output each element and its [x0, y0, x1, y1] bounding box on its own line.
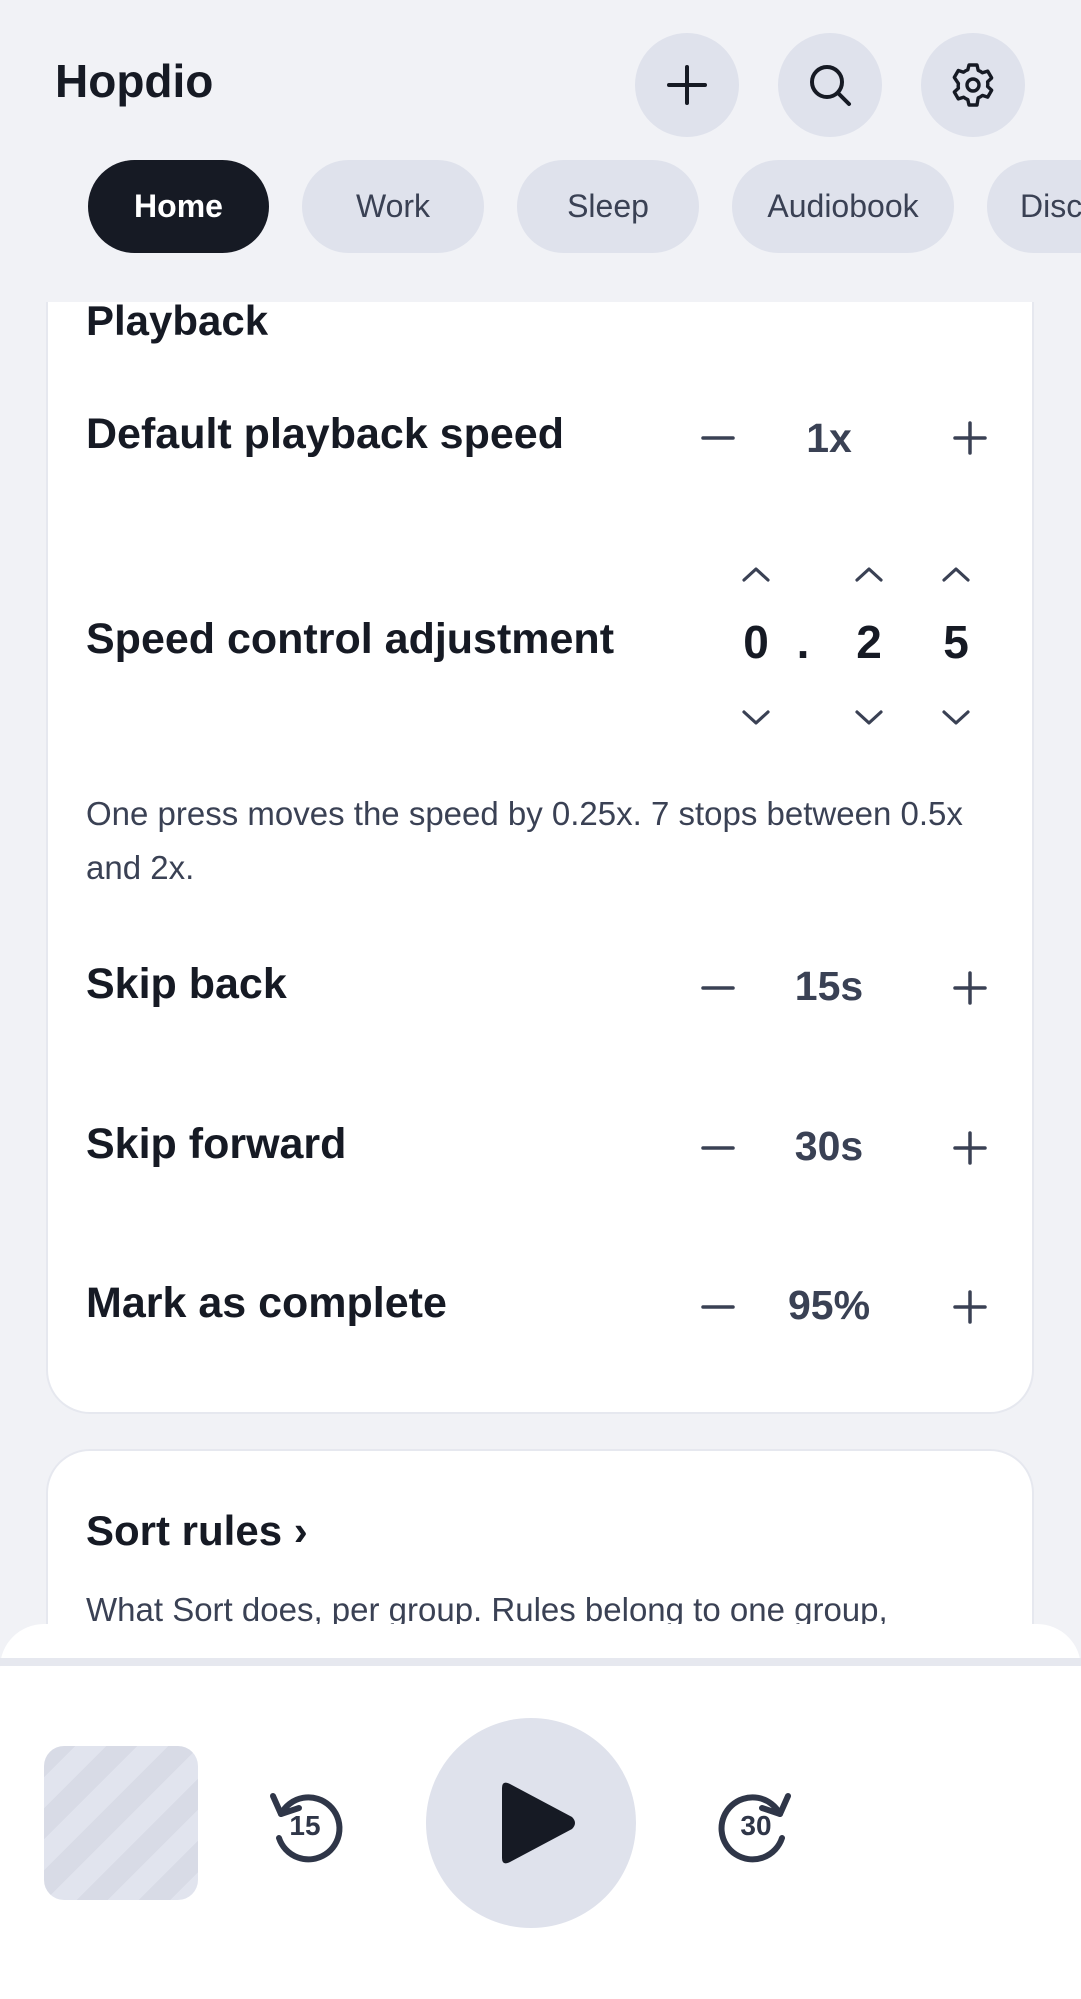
minus-icon [701, 1305, 735, 1309]
minus-icon [701, 436, 735, 440]
plus-icon [953, 1290, 987, 1324]
speed-adjust-label: Speed control adjustment [86, 615, 615, 663]
skip-forward-value: 30s [794, 1123, 864, 1169]
digit1-up-button[interactable] [726, 554, 786, 594]
episode-artwork[interactable] [44, 1746, 198, 1900]
digit3-up-button[interactable] [926, 554, 986, 594]
skip-forward-increase-button[interactable] [940, 1118, 1000, 1178]
chevron-down-icon [942, 710, 970, 725]
gear-icon [952, 63, 994, 107]
tab-home[interactable]: Home [88, 160, 269, 253]
plus-icon [953, 971, 987, 1005]
chevron-up-icon [942, 567, 970, 582]
skip-forward-label: Skip forward [86, 1120, 347, 1168]
player-divider [0, 1658, 1081, 1666]
tab-disc[interactable]: Disc [987, 160, 1081, 253]
app-title: Hopdio [55, 55, 214, 107]
digit2-down-button[interactable] [839, 698, 899, 738]
speed-digit-3: 5 [943, 616, 969, 668]
play-button[interactable] [426, 1718, 636, 1928]
play-icon [502, 1782, 575, 1864]
mark-complete-label: Mark as complete [86, 1279, 447, 1327]
digit1-down-button[interactable] [726, 698, 786, 738]
skip-back-increase-button[interactable] [940, 958, 1000, 1018]
tab-audiobook[interactable]: Audiobook [732, 160, 954, 253]
mark-complete-decrease-button[interactable] [688, 1277, 748, 1337]
speed-adjust-description: One press moves the speed by 0.25x. 7 st… [86, 795, 963, 886]
category-tabs: Home Work Sleep Audiobook Disc [0, 160, 1081, 254]
default-speed-increase-button[interactable] [940, 408, 1000, 468]
skip-forward-seconds: 30 [740, 1810, 772, 1841]
default-speed-decrease-button[interactable] [688, 408, 748, 468]
mark-complete-increase-button[interactable] [940, 1277, 1000, 1337]
speed-digit-2: 2 [856, 616, 882, 668]
playback-card: Playback Default playback speed 1x Speed… [46, 240, 1034, 1414]
minus-icon [701, 1146, 735, 1150]
speed-digit-1: 0 [743, 616, 769, 668]
chevron-up-icon [742, 567, 770, 582]
mini-player: 15 30 [0, 1624, 1081, 1999]
plus-icon [667, 65, 707, 105]
app-header: Hopdio Home Work Sleep Audiobook Disc [0, 0, 1081, 302]
settings-button[interactable] [921, 33, 1025, 137]
playback-section-title: Playback [86, 297, 269, 344]
chevron-down-icon [742, 710, 770, 725]
default-speed-value: 1x [806, 415, 852, 461]
add-button[interactable] [635, 33, 739, 137]
plus-icon [953, 1131, 987, 1165]
sort-rules-title[interactable]: Sort rules › [86, 1507, 308, 1555]
skip-back-label: Skip back [86, 960, 287, 1008]
skip-back-seconds: 15 [289, 1810, 321, 1841]
plus-icon [953, 421, 987, 455]
search-icon [810, 65, 851, 106]
skip-back-player-button[interactable]: 15 [263, 1784, 347, 1868]
minus-icon [701, 986, 735, 990]
mark-complete-value: 95% [787, 1282, 871, 1328]
search-button[interactable] [778, 33, 882, 137]
speed-decimal-point: . [796, 616, 810, 668]
skip-forward-decrease-button[interactable] [688, 1118, 748, 1178]
skip-forward-player-button[interactable]: 30 [714, 1784, 798, 1868]
tab-work[interactable]: Work [302, 160, 484, 253]
chevron-down-icon [855, 710, 883, 725]
digit2-up-button[interactable] [839, 554, 899, 594]
default-speed-label: Default playback speed [86, 410, 564, 458]
tab-sleep[interactable]: Sleep [517, 160, 699, 253]
digit3-down-button[interactable] [926, 698, 986, 738]
skip-back-value: 15s [794, 963, 864, 1009]
skip-back-decrease-button[interactable] [688, 958, 748, 1018]
chevron-up-icon [855, 567, 883, 582]
